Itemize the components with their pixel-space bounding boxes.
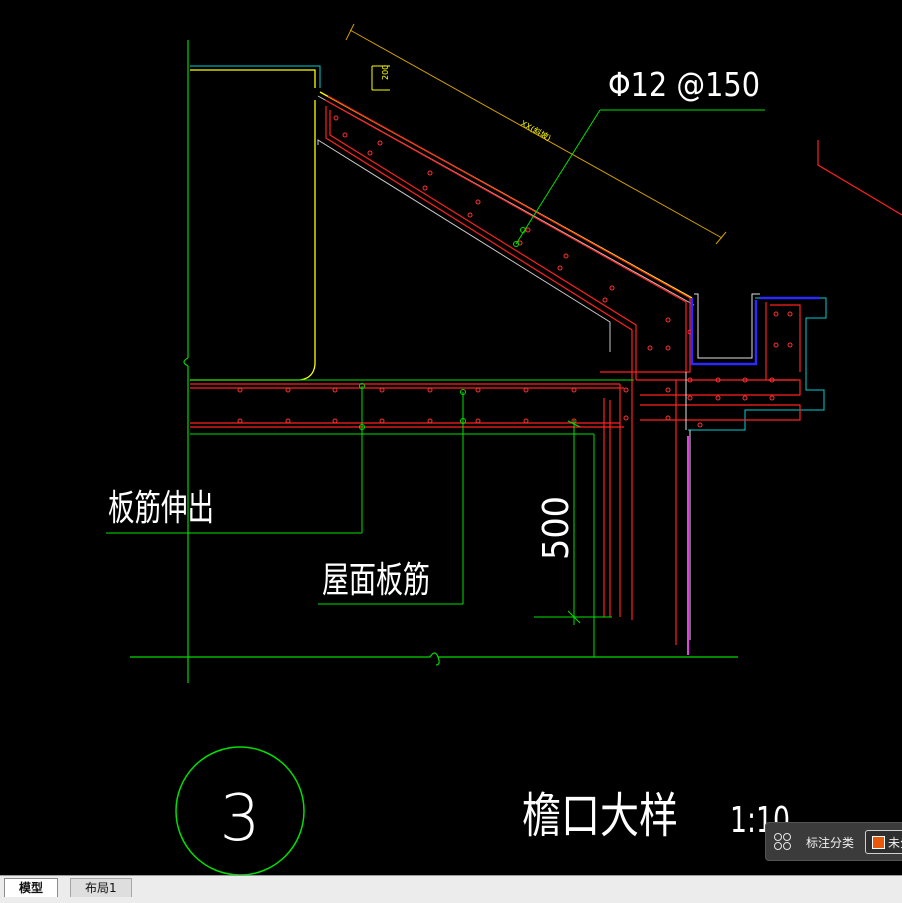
uncategorized-button-label: 未分类	[888, 836, 902, 850]
rebar-spec-label: Φ12 @150	[608, 65, 760, 104]
tab-model[interactable]: 模型	[4, 878, 59, 897]
dimension-200-text: 200	[381, 65, 390, 80]
label-slab-rebar-extend: 板筋伸出	[108, 488, 214, 529]
cad-drawing-canvas[interactable]: 200 XX(斜坡) Φ12 @150 板筋伸出 屋面板筋 500 3 檐口大样…	[0, 0, 902, 875]
annotation-category-label: 标注分类	[806, 836, 855, 850]
detail-number: 3	[220, 782, 261, 856]
grid-icon[interactable]	[774, 833, 792, 851]
uncategorized-button[interactable]: 未分类	[865, 830, 902, 854]
dimension-500-text: 500	[536, 496, 577, 560]
tab-layout1[interactable]: 布局1	[70, 878, 132, 897]
label-roof-slab-rebar: 屋面板筋	[322, 560, 430, 601]
layout-tab-bar: 模型 布局1	[0, 875, 902, 903]
category-color-swatch	[872, 836, 885, 849]
annotation-category-panel: 标注分类 未分类	[765, 822, 902, 861]
detail-title: 檐口大样	[522, 788, 678, 844]
